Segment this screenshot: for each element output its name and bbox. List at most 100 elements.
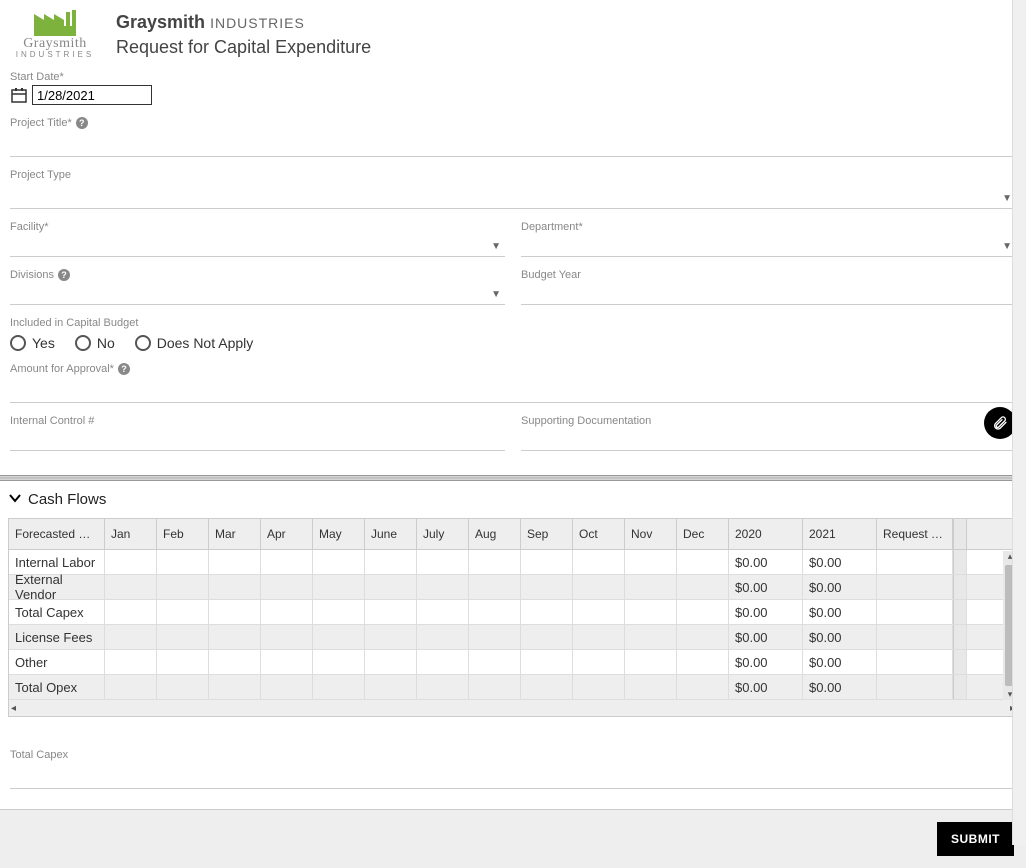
month-cell[interactable] [417,675,469,699]
col-dec[interactable]: Dec [677,519,729,549]
year-2020-cell[interactable]: $0.00 [729,550,803,574]
month-cell[interactable] [625,550,677,574]
supporting-input[interactable] [521,427,1016,451]
month-cell[interactable] [261,575,313,599]
month-cell[interactable] [365,575,417,599]
month-cell[interactable] [417,550,469,574]
month-cell[interactable] [573,600,625,624]
month-cell[interactable] [105,650,157,674]
month-cell[interactable] [573,625,625,649]
month-cell[interactable] [677,600,729,624]
month-cell[interactable] [417,650,469,674]
month-cell[interactable] [365,625,417,649]
month-cell[interactable] [261,550,313,574]
total-cell[interactable] [877,575,953,599]
month-cell[interactable] [521,650,573,674]
submit-button[interactable]: SUBMIT [937,822,1014,856]
internal-control-input[interactable] [10,427,505,451]
total-cell[interactable] [877,600,953,624]
month-cell[interactable] [209,675,261,699]
month-cell[interactable] [417,625,469,649]
month-cell[interactable] [105,600,157,624]
col-may[interactable]: May [313,519,365,549]
radio-na[interactable]: Does Not Apply [135,335,254,351]
year-2020-cell[interactable]: $0.00 [729,600,803,624]
year-2021-cell[interactable]: $0.00 [803,675,877,699]
month-cell[interactable] [521,575,573,599]
total-cell[interactable] [877,550,953,574]
amount-input[interactable] [10,379,1016,403]
total-cell[interactable] [877,650,953,674]
month-cell[interactable] [677,550,729,574]
col-spend[interactable]: Forecasted Spe… [9,519,105,549]
month-cell[interactable] [105,625,157,649]
col-aug[interactable]: Aug [469,519,521,549]
month-cell[interactable] [313,675,365,699]
year-2021-cell[interactable]: $0.00 [803,600,877,624]
month-cell[interactable] [365,600,417,624]
month-cell[interactable] [313,550,365,574]
month-cell[interactable] [209,625,261,649]
month-cell[interactable] [677,625,729,649]
month-cell[interactable] [313,650,365,674]
month-cell[interactable] [573,675,625,699]
start-date-input[interactable] [32,85,152,105]
radio-no[interactable]: No [75,335,115,351]
month-cell[interactable] [261,625,313,649]
month-cell[interactable] [417,575,469,599]
month-cell[interactable] [521,625,573,649]
total-capex-input[interactable] [10,765,1016,789]
col-apr[interactable]: Apr [261,519,313,549]
total-cell[interactable] [877,625,953,649]
year-2021-cell[interactable]: $0.00 [803,650,877,674]
cash-flows-header[interactable]: Cash Flows [0,481,1026,518]
year-2020-cell[interactable]: $0.00 [729,575,803,599]
month-cell[interactable] [157,550,209,574]
col-feb[interactable]: Feb [157,519,209,549]
month-cell[interactable] [625,650,677,674]
project-title-input[interactable] [10,133,1016,157]
calendar-icon[interactable] [10,86,28,104]
month-cell[interactable] [157,625,209,649]
col-mar[interactable]: Mar [209,519,261,549]
month-cell[interactable] [261,600,313,624]
month-cell[interactable] [521,675,573,699]
month-cell[interactable] [365,550,417,574]
month-cell[interactable] [469,550,521,574]
help-icon[interactable]: ? [76,117,88,129]
month-cell[interactable] [209,575,261,599]
month-cell[interactable] [105,550,157,574]
month-cell[interactable] [573,650,625,674]
month-cell[interactable] [261,650,313,674]
month-cell[interactable] [625,575,677,599]
col-jan[interactable]: Jan [105,519,157,549]
month-cell[interactable] [157,650,209,674]
col-jun[interactable]: June [365,519,417,549]
month-cell[interactable] [157,600,209,624]
year-2020-cell[interactable]: $0.00 [729,675,803,699]
divisions-select[interactable] [10,281,505,305]
month-cell[interactable] [573,575,625,599]
help-icon[interactable]: ? [58,269,70,281]
col-2020[interactable]: 2020 [729,519,803,549]
total-cell[interactable] [877,675,953,699]
year-2021-cell[interactable]: $0.00 [803,625,877,649]
month-cell[interactable] [625,600,677,624]
month-cell[interactable] [313,575,365,599]
month-cell[interactable] [261,675,313,699]
month-cell[interactable] [625,675,677,699]
col-oct[interactable]: Oct [573,519,625,549]
col-2021[interactable]: 2021 [803,519,877,549]
budget-year-input[interactable] [521,281,1016,305]
col-nov[interactable]: Nov [625,519,677,549]
project-type-select[interactable] [10,185,1016,209]
month-cell[interactable] [469,575,521,599]
horizontal-scrollbar[interactable]: ◂ ▸ [9,700,1017,716]
month-cell[interactable] [365,650,417,674]
col-sep[interactable]: Sep [521,519,573,549]
month-cell[interactable] [313,600,365,624]
month-cell[interactable] [417,600,469,624]
year-2021-cell[interactable]: $0.00 [803,575,877,599]
page-scrollbar[interactable] [1012,0,1026,845]
radio-yes[interactable]: Yes [10,335,55,351]
